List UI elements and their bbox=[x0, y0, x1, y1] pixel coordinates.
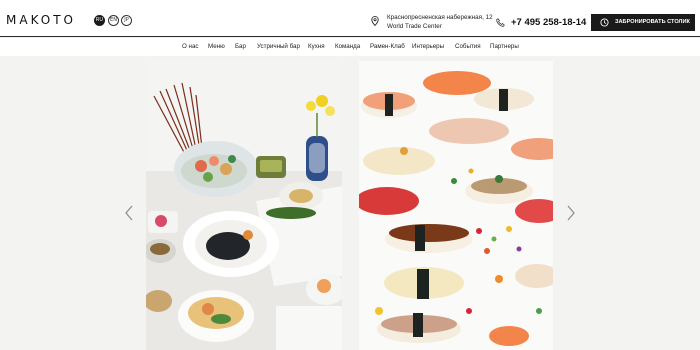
nav-item-events[interactable]: События bbox=[455, 43, 481, 50]
phone-number[interactable]: +7 495 258-18-14 bbox=[511, 17, 586, 28]
location-pin-icon bbox=[371, 16, 379, 26]
food-platter-illustration bbox=[146, 61, 342, 350]
clock-icon bbox=[600, 18, 609, 27]
hero-slider bbox=[0, 56, 700, 350]
address-line-1: Краснопресненская набережная, 12 bbox=[387, 14, 493, 21]
nav-item-partners[interactable]: Партнеры bbox=[490, 43, 519, 50]
phone-icon bbox=[496, 18, 505, 27]
brand-logo[interactable]: MAKOTO bbox=[6, 13, 76, 27]
restaurant-address[interactable]: Краснопресненская набережная, 12 World T… bbox=[387, 13, 497, 31]
nav-item-kitchen[interactable]: Кухня bbox=[308, 43, 325, 50]
main-navigation: О нас Меню Бар Устричный бар Кухня Коман… bbox=[0, 38, 700, 56]
sushi-illustration bbox=[359, 61, 553, 350]
nav-item-interiors[interactable]: Интерьеры bbox=[412, 43, 444, 50]
lang-switch-jp[interactable]: JP bbox=[121, 15, 132, 26]
nav-item-oyster-bar[interactable]: Устричный бар bbox=[257, 43, 300, 50]
slider-next-arrow-icon[interactable] bbox=[566, 205, 576, 221]
nav-item-about[interactable]: О нас bbox=[182, 43, 198, 50]
book-table-button[interactable]: ЗАБРОНИРОВАТЬ СТОЛИК bbox=[591, 14, 695, 31]
book-table-label: ЗАБРОНИРОВАТЬ СТОЛИК bbox=[615, 19, 690, 25]
nav-item-ramen-club[interactable]: Рамен-Клаб bbox=[370, 43, 405, 50]
lang-switch-en[interactable]: EN bbox=[108, 15, 119, 26]
nav-item-menu[interactable]: Меню bbox=[208, 43, 225, 50]
slider-prev-arrow-icon[interactable] bbox=[124, 205, 134, 221]
slide-food-platter-photo bbox=[146, 61, 342, 350]
slide-sushi-nigiri-photo bbox=[359, 61, 553, 350]
nav-item-bar[interactable]: Бар bbox=[235, 43, 246, 50]
site-header: MAKOTO RU EN JP Краснопресненская набере… bbox=[0, 0, 700, 37]
address-line-2: World Trade Center bbox=[387, 23, 442, 30]
lang-switch-ru[interactable]: RU bbox=[94, 15, 105, 26]
nav-item-team[interactable]: Команда bbox=[335, 43, 360, 50]
